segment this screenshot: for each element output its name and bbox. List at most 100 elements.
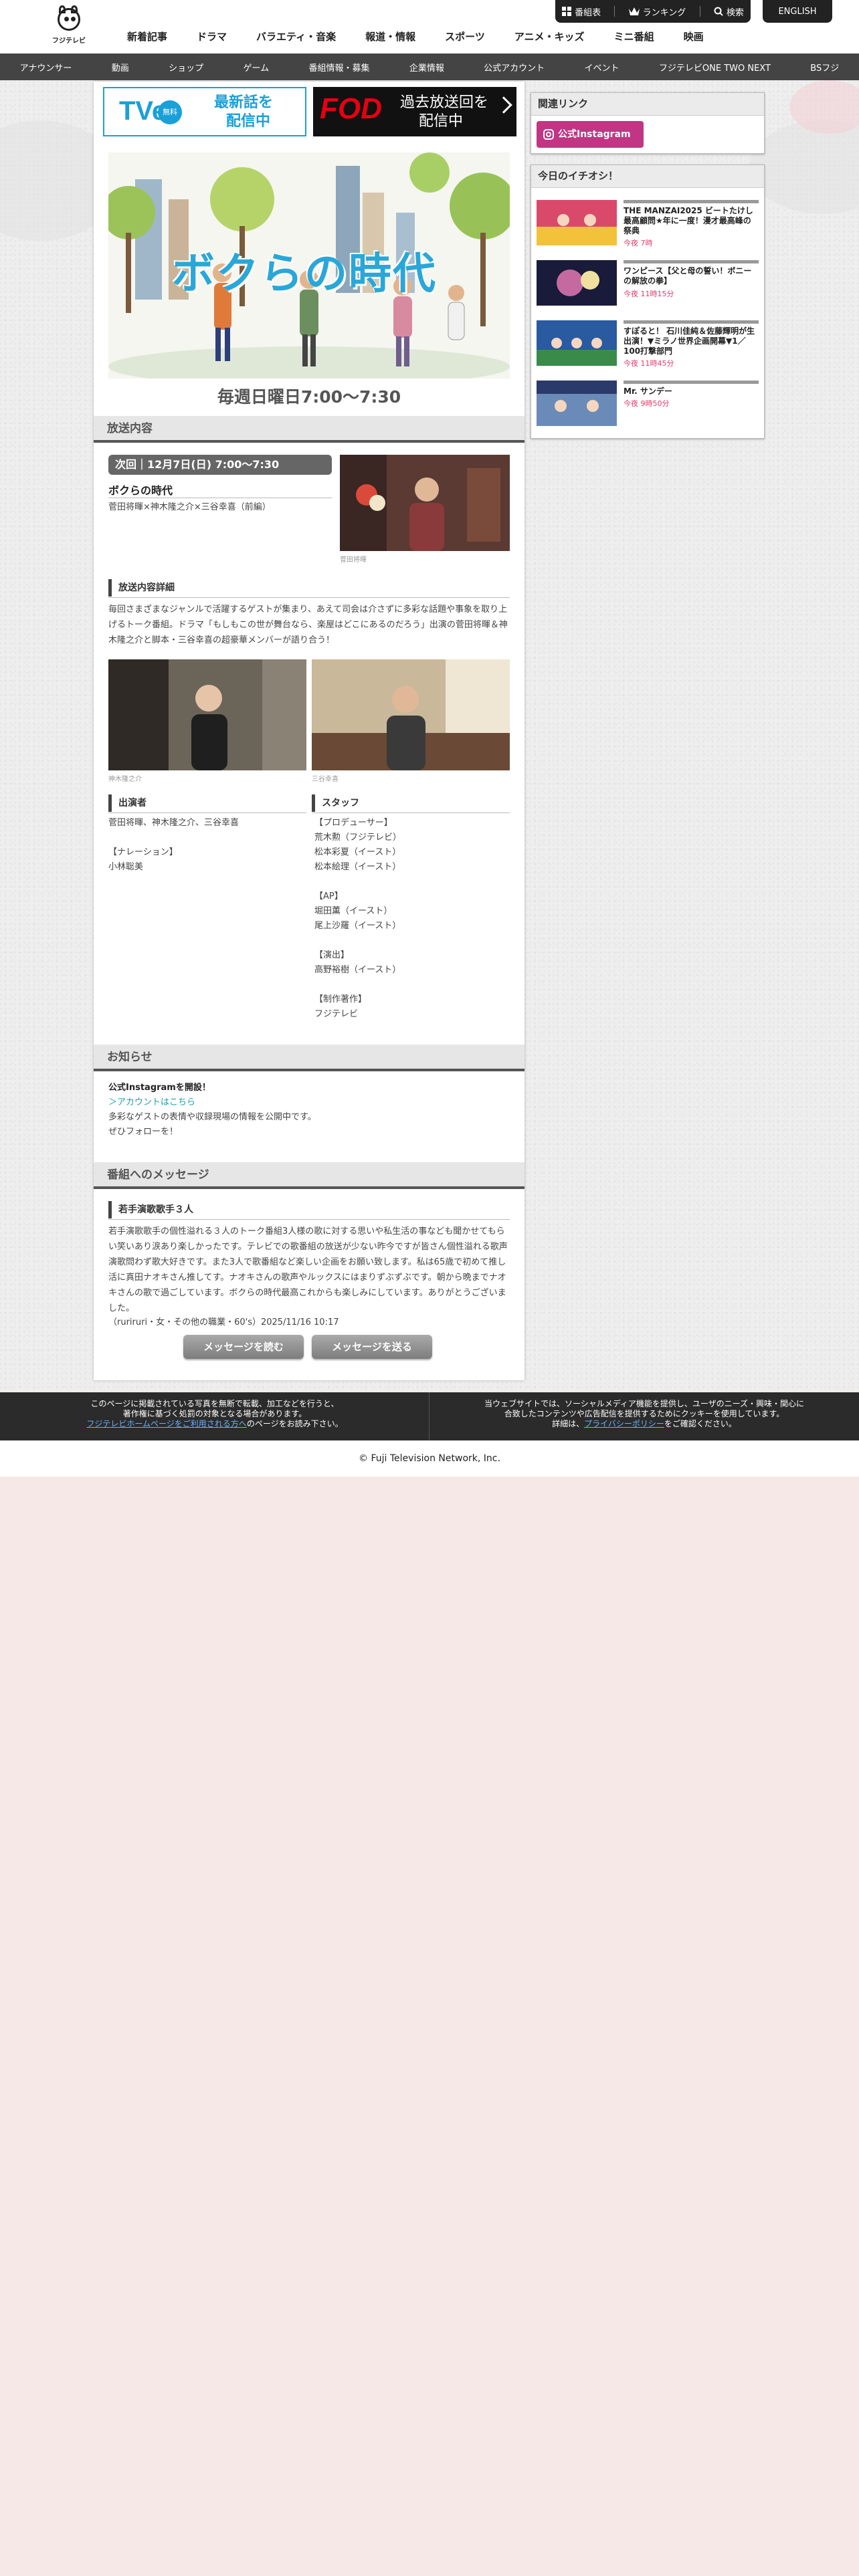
nav-item-sports[interactable]: スポーツ bbox=[430, 27, 500, 47]
pick-bar bbox=[624, 381, 759, 384]
footer-left-line1: このページに掲載されている写真を無断で転載、加工などを行うと、 bbox=[90, 1399, 339, 1408]
instagram-account-link[interactable]: ＞アカウントはこちら bbox=[108, 1095, 195, 1110]
nav-item-drama[interactable]: ドラマ bbox=[182, 27, 242, 47]
privacy-policy-link[interactable]: プライバシーポリシー bbox=[584, 1419, 664, 1428]
thumbnail-illustration bbox=[537, 200, 617, 245]
nav-item-variety[interactable]: バラエティ・音楽 bbox=[242, 27, 351, 47]
nav-item-news[interactable]: 新着記事 bbox=[112, 27, 182, 47]
subnav-announcer[interactable]: アナウンサー bbox=[20, 61, 72, 74]
news-body-1: 多彩なゲストの表情や収録現場の情報を公開中です。 bbox=[108, 1112, 316, 1122]
footer-notice: このページに掲載されている写真を無断で転載、加工などを行うと、 著作権に基づく処… bbox=[0, 1392, 859, 1440]
nav-item-anime[interactable]: アニメ・キッズ bbox=[500, 27, 599, 47]
subnav-event[interactable]: イベント bbox=[585, 61, 619, 74]
detail-heading-text: 放送内容詳細 bbox=[118, 582, 175, 593]
news-body-2: ぜひフォローを！ bbox=[108, 1127, 179, 1137]
main-guest-photo bbox=[340, 455, 510, 551]
staff-line bbox=[314, 978, 401, 992]
messages-heading: 番組へのメッセージ bbox=[94, 1162, 524, 1189]
episode-guests: 菅田将暉×神木隆之介×三谷幸喜（前編） bbox=[108, 502, 271, 512]
subnav-one-two-next[interactable]: フジテレビONE TWO NEXT bbox=[659, 61, 771, 74]
nav-item-mini[interactable]: ミニ番組 bbox=[599, 27, 669, 47]
news-title: 公式Instagramを開設！ bbox=[108, 1083, 211, 1093]
divider bbox=[108, 1219, 510, 1220]
pick-title: THE MANZAI2025 ビートたけし最高顧問★年に一度！漫才最高峰の祭典 bbox=[624, 206, 753, 235]
tver-banner[interactable]: TVer 無料 最新話を 配信中 bbox=[103, 87, 306, 136]
guest-photo-illustration bbox=[108, 659, 306, 770]
message-subheading: 若手演歌歌手３人 bbox=[108, 1201, 510, 1220]
pick-bar bbox=[624, 200, 759, 203]
footer-right-line3: 詳細は、プライバシーポリシーをご確認ください。 bbox=[434, 1419, 855, 1429]
footer-cookie-notice: 当ウェブサイトでは、ソーシャルメディア機能を提供し、ユーザのニーズ・興味・関心に… bbox=[434, 1399, 855, 1429]
staff-line: 松本彩夏（イースト） bbox=[314, 847, 401, 857]
guest-photo-mitani bbox=[312, 659, 510, 770]
schedule-link[interactable]: 番組表 bbox=[562, 5, 601, 18]
staff-list: 【プロデューサー】 荒木勲（フジテレビ） 松本彩夏（イースト） 松本絵理（イース… bbox=[314, 816, 401, 1022]
pick-item[interactable]: THE MANZAI2025 ビートたけし最高顧問★年に一度！漫才最高峰の祭典 … bbox=[537, 200, 760, 248]
staff-line: 高野裕樹（イースト） bbox=[314, 965, 401, 975]
ranking-label: ランキング bbox=[642, 7, 686, 18]
footer-left-line3-text: のページをお読み下さい。 bbox=[246, 1419, 343, 1428]
photo-caption-1: 神木隆之介 bbox=[108, 776, 142, 783]
cast-line bbox=[108, 831, 239, 845]
staff-heading: スタッフ bbox=[312, 794, 510, 813]
thumbnail-illustration bbox=[537, 381, 617, 426]
pick-item[interactable]: Mr. サンデー 今夜 9時50分 bbox=[537, 381, 760, 429]
fod-banner[interactable]: FOD 過去放送回を 配信中 bbox=[313, 87, 516, 136]
search-label: 検索 bbox=[726, 7, 744, 18]
staff-line bbox=[314, 875, 401, 889]
detail-heading: 放送内容詳細 bbox=[108, 579, 510, 598]
usage-guide-link[interactable]: フジテレビホームページをご利用される方へ bbox=[86, 1419, 246, 1428]
cast-list: 菅田将暉、神木隆之介、三谷幸喜 【ナレーション】 小林聡美 bbox=[108, 816, 239, 875]
staff-line: 堀田薫（イースト） bbox=[314, 906, 393, 916]
send-message-button[interactable]: メッセージを送る bbox=[312, 1335, 432, 1359]
subnav-game[interactable]: ゲーム bbox=[243, 61, 269, 74]
message-body: 若手演歌歌手の個性溢れる３人のトーク番組3人様の歌に対する思いや私生活の事なども… bbox=[108, 1226, 508, 1313]
cast-line: 【ナレーション】 bbox=[108, 847, 178, 857]
pick-item[interactable]: ワンピース【父と母の誓い！ボニーの解放の拳】 今夜 11時15分 bbox=[537, 260, 760, 308]
subnav-bs-fuji[interactable]: BSフジ bbox=[810, 61, 839, 74]
instagram-icon bbox=[543, 129, 554, 140]
tver-text-line2: 配信中 bbox=[226, 113, 271, 130]
logo-face bbox=[58, 8, 80, 31]
read-messages-button[interactable]: メッセージを読む bbox=[183, 1335, 304, 1359]
search-icon bbox=[714, 7, 723, 16]
pick-time: 今夜 9時50分 bbox=[624, 399, 670, 408]
staff-line: フジテレビ bbox=[314, 1009, 359, 1019]
tver-logo: TVer 無料 bbox=[119, 96, 197, 127]
main-content: TVer 無料 最新話を 配信中 FOD 過去放送回を 配信中 ボクらの時代 毎… bbox=[94, 82, 524, 1380]
footer-left-line2: 著作権に基づく処罰の対象となる場合があります。 bbox=[122, 1409, 307, 1418]
english-button[interactable]: ENGLISH bbox=[763, 0, 832, 23]
cast-heading-text: 出演者 bbox=[118, 798, 147, 809]
message-subheading-text: 若手演歌歌手３人 bbox=[118, 1204, 193, 1215]
chevron-right-icon bbox=[495, 96, 512, 114]
episode-title: ボクらの時代 bbox=[108, 484, 173, 497]
pick-item[interactable]: すぽると！ 石川佳純＆佐藤輝明が生出演！▼ミラノ世界企画開幕▼1／100打撃部門… bbox=[537, 320, 760, 368]
footer-right-line3a: 詳細は、 bbox=[552, 1419, 585, 1428]
guest-photo-illustration bbox=[312, 659, 510, 770]
subnav-corporate[interactable]: 企業情報 bbox=[409, 61, 444, 74]
fuji-tv-logo[interactable]: フジテレビ bbox=[48, 5, 90, 47]
staff-line: 【AP】 bbox=[314, 891, 343, 901]
next-broadcast-label: 次回｜12月7日(日) 7:00〜7:30 bbox=[108, 455, 332, 475]
subnav-video[interactable]: 動画 bbox=[112, 61, 129, 74]
subnav-shop[interactable]: ショップ bbox=[169, 61, 203, 74]
main-nav: 新着記事 ドラマ バラエティ・音楽 報道・情報 スポーツ アニメ・キッズ ミニ番… bbox=[112, 27, 719, 47]
pick-bar bbox=[624, 260, 759, 263]
staff-line: 【プロデューサー】 bbox=[314, 818, 393, 828]
thumbnail-illustration bbox=[537, 260, 617, 306]
crown-icon bbox=[628, 7, 640, 15]
footer-copyright-notice: このページに掲載されている写真を無断で転載、加工などを行うと、 著作権に基づく処… bbox=[4, 1399, 425, 1429]
subnav-official-accounts[interactable]: 公式アカウント bbox=[484, 61, 545, 74]
search-link[interactable]: 検索 bbox=[714, 5, 744, 18]
logo-eye-left bbox=[64, 17, 69, 21]
fod-text-line2: 配信中 bbox=[419, 113, 464, 130]
broadcast-heading: 放送内容 bbox=[94, 416, 524, 443]
nav-item-movie[interactable]: 映画 bbox=[669, 27, 719, 47]
instagram-button[interactable]: 公式Instagram bbox=[537, 121, 644, 148]
ranking-link[interactable]: ランキング bbox=[628, 5, 686, 18]
nav-item-report[interactable]: 報道・情報 bbox=[351, 27, 430, 47]
guest-photo-illustration bbox=[340, 455, 510, 551]
pick-time: 今夜 11時45分 bbox=[624, 359, 674, 368]
grid-icon bbox=[562, 7, 572, 16]
subnav-program-info[interactable]: 番組情報・募集 bbox=[308, 61, 369, 74]
